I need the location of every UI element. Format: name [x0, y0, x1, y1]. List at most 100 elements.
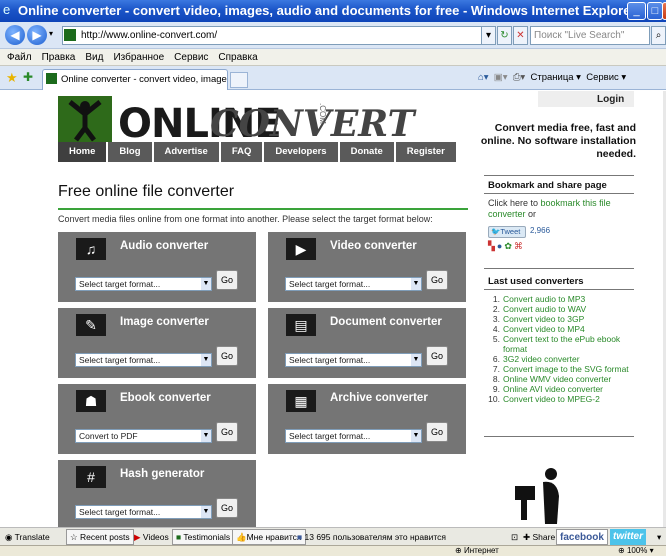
delicious-icon[interactable]: ▚	[488, 241, 497, 251]
go-button[interactable]: Go	[216, 346, 238, 366]
feeds-icon[interactable]: ▣▾	[494, 72, 508, 83]
recent-posts-button[interactable]: ☆ Recent posts	[66, 529, 134, 545]
window-title-bar: Online converter - convert video, images…	[0, 0, 666, 22]
chevron-down-icon[interactable]: ▼	[201, 354, 211, 366]
chevron-down-icon[interactable]: ▼	[411, 430, 421, 442]
go-button[interactable]: Go	[426, 270, 448, 290]
tweet-button[interactable]: 🐦Tweet	[488, 226, 526, 238]
format-select[interactable]: Select target format...	[75, 505, 212, 519]
chevron-down-icon[interactable]: ▼	[201, 278, 211, 290]
list-item[interactable]: 5. Convert text to the ePub ebook format	[488, 334, 638, 354]
zoom-level[interactable]: ⊕ 100% ▾	[618, 546, 654, 556]
nav-advertise[interactable]: Advertise	[153, 142, 219, 162]
chevron-down-icon[interactable]: ▼	[201, 506, 211, 518]
addthis-icon[interactable]: ⌘	[514, 241, 525, 251]
address-dropdown-icon[interactable]: ▾	[481, 26, 496, 45]
logo-figure-icon	[58, 96, 112, 142]
converter-title[interactable]: Archive converter	[330, 392, 428, 404]
window-title: Online converter - convert video, images…	[18, 3, 636, 18]
share-icons[interactable]: ▚●✿⌘	[488, 241, 548, 253]
forward-button[interactable]: ▶	[27, 25, 47, 45]
menu-favorites[interactable]: Избранное	[113, 52, 164, 63]
list-item[interactable]: 2. Convert audio to WAV	[488, 304, 638, 314]
history-dropdown-icon[interactable]: ▾	[49, 29, 53, 38]
address-input[interactable]: http://www.online-convert.com/	[62, 26, 494, 45]
login-link[interactable]: Login	[597, 94, 624, 105]
page-menu[interactable]: Страница ▾	[530, 72, 580, 83]
translate-button[interactable]: ◉ Translate	[2, 529, 53, 545]
list-item[interactable]: 3. Convert video to 3GP	[488, 314, 638, 324]
nav-faq[interactable]: FAQ	[220, 142, 263, 162]
menu-edit[interactable]: Правка	[42, 52, 76, 63]
go-button[interactable]: Go	[426, 346, 448, 366]
nav-developers[interactable]: Developers	[264, 142, 338, 162]
share-button[interactable]: ✚ Share	[520, 529, 558, 545]
archive-icon: ▦	[286, 390, 316, 412]
twitter-bird-icon: 🐦	[491, 227, 501, 236]
nav-donate[interactable]: Donate	[339, 142, 394, 162]
converter-title[interactable]: Hash generator	[120, 468, 204, 480]
sidebar-divider	[484, 193, 634, 194]
new-tab-button[interactable]	[230, 72, 248, 88]
back-button[interactable]: ◀	[5, 25, 25, 45]
print-icon[interactable]: ⎙▾	[513, 72, 525, 83]
main-nav: Home Blog Advertise FAQ Developers Donat…	[58, 142, 458, 162]
list-item[interactable]: 4. Convert video to MP4	[488, 324, 638, 334]
search-icon[interactable]: ⌕	[651, 26, 666, 45]
tools-menu[interactable]: Сервис ▾	[586, 72, 626, 83]
converter-title[interactable]: Image converter	[120, 316, 209, 328]
image-converter-card: ✎ Image converter Select target format..…	[58, 308, 256, 378]
chevron-down-icon[interactable]: ▼	[201, 430, 211, 442]
chevron-down-icon[interactable]: ▼	[411, 354, 421, 366]
search-input[interactable]: Поиск "Live Search"	[530, 26, 650, 45]
converter-title[interactable]: Audio converter	[120, 240, 208, 252]
format-select[interactable]: Select target format...	[75, 353, 212, 367]
menu-tools[interactable]: Сервис	[174, 52, 208, 63]
list-item[interactable]: 10. Convert video to MPEG-2	[488, 394, 638, 404]
tab-active[interactable]: Online converter - convert video, images…	[42, 69, 228, 90]
list-item[interactable]: 1. Convert audio to MP3	[488, 294, 638, 304]
list-item[interactable]: 7. Convert image to the SVG format	[488, 364, 638, 374]
minimize-button[interactable]: _	[627, 2, 646, 20]
logo-convert-text[interactable]: CONVERT	[210, 103, 414, 145]
nav-home[interactable]: Home	[58, 142, 107, 162]
facebook-button[interactable]: facebook	[556, 529, 608, 545]
go-button[interactable]: Go	[426, 422, 448, 442]
bookmark-title: Bookmark and share page	[488, 180, 607, 191]
chevron-down-icon[interactable]: ▼	[411, 278, 421, 290]
menu-help[interactable]: Справка	[218, 52, 257, 63]
man-at-computer-icon	[515, 468, 559, 524]
go-button[interactable]: Go	[216, 270, 238, 290]
site-logo-icon: ■	[176, 532, 182, 542]
go-button[interactable]: Go	[216, 422, 238, 442]
close-button[interactable]	[662, 2, 666, 20]
list-item[interactable]: 8. Online WMV video converter	[488, 374, 638, 384]
list-item[interactable]: 6. 3G2 video converter	[488, 354, 638, 364]
maximize-button[interactable]: □	[647, 2, 663, 20]
converter-title[interactable]: Document converter	[330, 316, 442, 328]
menu-file[interactable]: Файл	[7, 52, 32, 63]
favorites-star-icon[interactable]: ★	[6, 70, 18, 86]
twitter-button[interactable]: twitter	[610, 529, 646, 545]
videos-button[interactable]: ▶ Videos	[131, 529, 172, 545]
format-select[interactable]: Select target format...	[285, 429, 422, 443]
menu-view[interactable]: Вид	[85, 52, 103, 63]
format-select[interactable]: Select target format...	[285, 277, 422, 291]
stop-icon[interactable]: ✕	[513, 26, 528, 45]
converter-title[interactable]: Ebook converter	[120, 392, 211, 404]
stumble-icon[interactable]: ✿	[504, 241, 514, 251]
nav-register[interactable]: Register	[395, 142, 456, 162]
last-used-title: Last used converters	[488, 276, 584, 287]
home-icon[interactable]: ⌂▾	[478, 72, 489, 83]
chevron-down-icon[interactable]: ▾	[654, 529, 664, 545]
go-button[interactable]: Go	[216, 498, 238, 518]
format-select[interactable]: Select target format...	[75, 277, 212, 291]
refresh-icon[interactable]: ↻	[497, 26, 512, 45]
add-favorites-icon[interactable]: ✚	[23, 70, 33, 84]
list-item[interactable]: 9. Online AVI video converter	[488, 384, 638, 394]
format-select[interactable]: Convert to PDF	[75, 429, 212, 443]
converter-title[interactable]: Video converter	[330, 240, 417, 252]
nav-blog[interactable]: Blog	[108, 142, 152, 162]
format-select[interactable]: Select target format...	[285, 353, 422, 367]
testimonials-button[interactable]: ■ Testimonials	[172, 529, 235, 545]
